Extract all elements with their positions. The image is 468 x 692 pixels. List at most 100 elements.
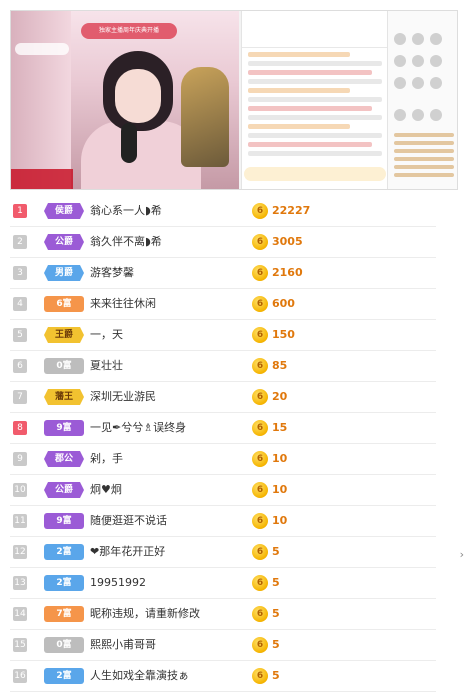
list-item: 5 王爵 一，天 6 150 (10, 320, 436, 351)
list-item: 14 7富 昵称违规，请重新修改 6 5 (10, 599, 436, 630)
list-item: 15 0富 熙熙小甫哥哥 6 5 (10, 630, 436, 661)
noble-badge: 郡公 (44, 451, 84, 467)
rank-number: 10 (13, 483, 27, 497)
noble-badge: 侯爵 (44, 203, 84, 219)
list-item: 2 公爵 翁久伴不离◗希 6 3005 (10, 227, 436, 258)
rank-number: 14 (13, 607, 27, 621)
coin-icon: 6 (252, 420, 268, 436)
rank-number: 9 (13, 452, 27, 466)
list-item: 11 9富 随便逛逛不说话 6 10 (10, 506, 436, 537)
wealth-badge: 0富 (44, 637, 84, 653)
gift-amount: 2160 (272, 266, 303, 279)
stream-corner-label (11, 169, 73, 189)
coin-icon: 6 (252, 234, 268, 250)
list-item: 1 侯爵 翁心系一人◗希 6 22227 (10, 196, 436, 227)
coin-icon: 6 (252, 265, 268, 281)
gift-amount: 85 (272, 359, 288, 372)
coin-icon: 6 (252, 482, 268, 498)
list-item: 13 2富 19951992 6 5 (10, 568, 436, 599)
gift-amount: 10 (272, 514, 288, 527)
gift-amount: 5 (272, 576, 280, 589)
user-name[interactable]: 翁心系一人◗希 (90, 203, 162, 219)
gift-amount: 22227 (272, 204, 311, 217)
gift-amount: 600 (272, 297, 295, 310)
list-item: 4 6富 来来往往休闲 6 600 (10, 289, 436, 320)
coin-icon: 6 (252, 203, 268, 219)
rank-number: 16 (13, 669, 27, 683)
list-item: 7 藩王 深圳无业游民 6 20 (10, 382, 436, 413)
rank-number: 4 (13, 297, 27, 311)
gift-amount: 20 (272, 390, 288, 403)
coin-icon: 6 (252, 513, 268, 529)
gift-amount: 5 (272, 638, 280, 651)
rank-number: 8 (13, 421, 27, 435)
rank-number: 3 (13, 266, 27, 280)
noble-badge: 男爵 (44, 265, 84, 281)
rank-number: 1 (13, 204, 27, 218)
list-item: 8 9富 一见✒兮兮♗误终身 6 15 (10, 413, 436, 444)
coin-icon: 6 (252, 327, 268, 343)
user-name[interactable]: 深圳无业游民 (90, 389, 156, 405)
noble-badge: 王爵 (44, 327, 84, 343)
gift-amount: 3005 (272, 235, 303, 248)
user-name[interactable]: 剁，手 (90, 451, 123, 467)
user-name[interactable]: 来来往往休闲 (90, 296, 156, 312)
coin-icon: 6 (252, 358, 268, 374)
coin-icon: 6 (252, 575, 268, 591)
gift-bar[interactable] (244, 167, 386, 181)
user-name[interactable]: 翁久伴不离◗希 (90, 234, 162, 250)
chat-tabs[interactable] (242, 33, 388, 48)
host-info (15, 43, 69, 55)
wealth-badge: 9富 (44, 513, 84, 529)
gift-amount: 10 (272, 483, 288, 496)
knight-figure (181, 67, 229, 167)
user-name[interactable]: ❤那年花开正好 (90, 544, 165, 560)
user-name[interactable]: 熙熙小甫哥哥 (90, 637, 156, 653)
user-name[interactable]: 游客梦馨 (90, 265, 134, 281)
stream-screenshot: 独家主播周年庆典开播 (10, 10, 458, 190)
rank-number: 11 (13, 514, 27, 528)
coin-icon: 6 (252, 606, 268, 622)
rank-number: 5 (13, 328, 27, 342)
user-name[interactable]: 随便逛逛不说话 (90, 513, 167, 529)
user-name[interactable]: 一见✒兮兮♗误终身 (90, 420, 186, 436)
gift-amount: 5 (272, 607, 280, 620)
coin-icon: 6 (252, 544, 268, 560)
list-item: 9 郡公 剁，手 6 10 (10, 444, 436, 475)
viewer-panel[interactable] (387, 11, 457, 189)
noble-badge: 公爵 (44, 234, 84, 250)
gift-amount: 5 (272, 545, 280, 558)
rank-number: 7 (13, 390, 27, 404)
coin-icon: 6 (252, 451, 268, 467)
scroll-right-icon[interactable]: › (460, 548, 464, 561)
video-player[interactable]: 独家主播周年庆典开播 (11, 11, 239, 189)
streamer-face (115, 69, 161, 123)
coin-icon: 6 (252, 296, 268, 312)
user-name[interactable]: 夏壮壮 (90, 358, 123, 374)
rank-number: 6 (13, 359, 27, 373)
user-name[interactable]: 一，天 (90, 327, 123, 343)
user-name[interactable]: 19951992 (90, 575, 146, 591)
list-item: 10 公爵 炯♥炯 6 10 (10, 475, 436, 506)
list-item: 3 男爵 游客梦馨 6 2160 (10, 258, 436, 289)
wealth-badge: 2富 (44, 544, 84, 560)
stream-banner: 独家主播周年庆典开播 (81, 23, 177, 39)
list-item: 12 2富 ❤那年花开正好 6 5 (10, 537, 436, 568)
wealth-badge: 7富 (44, 606, 84, 622)
user-name[interactable]: 昵称违规，请重新修改 (90, 606, 200, 622)
gift-amount: 150 (272, 328, 295, 341)
coin-icon: 6 (252, 637, 268, 653)
rank-number: 15 (13, 638, 27, 652)
rank-number: 2 (13, 235, 27, 249)
gift-amount: 10 (272, 452, 288, 465)
gift-amount: 15 (272, 421, 288, 434)
user-name[interactable]: 炯♥炯 (90, 482, 122, 498)
wealth-badge: 9富 (44, 420, 84, 436)
wealth-badge: 0富 (44, 358, 84, 374)
list-item: 6 0富 夏壮壮 6 85 (10, 351, 436, 382)
wealth-badge: 6富 (44, 296, 84, 312)
wealth-badge: 2富 (44, 575, 84, 591)
chat-panel[interactable] (241, 11, 388, 189)
rank-number: 12 (13, 545, 27, 559)
curtain-background (11, 11, 71, 189)
